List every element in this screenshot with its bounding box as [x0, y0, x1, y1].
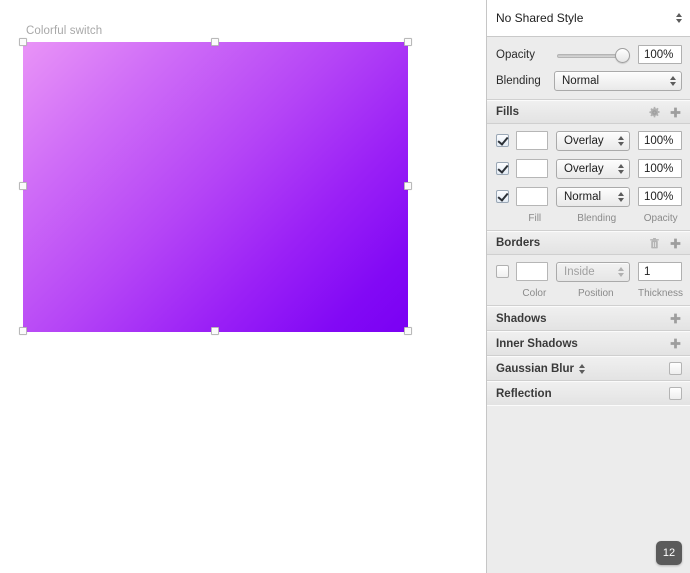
fills-title: Fills	[496, 106, 520, 118]
shadows-title: Shadows	[496, 312, 547, 325]
gaussian-blur-checkbox[interactable]	[669, 362, 682, 375]
fill-row: Overlay 100%	[496, 157, 682, 180]
stepper-icon[interactable]	[618, 135, 624, 146]
inspector-panel: No Shared Style Opacity 100% Blending No…	[486, 0, 690, 573]
stepper-icon[interactable]	[618, 191, 624, 202]
opacity-row: Opacity 100%	[496, 43, 682, 66]
blending-label: Blending	[496, 74, 541, 87]
opacity-input[interactable]: 100%	[638, 45, 682, 64]
gaussian-blur-section-header[interactable]: Gaussian Blur	[487, 356, 690, 381]
fills-column-blending: Blending	[577, 212, 617, 224]
border-enabled-checkbox[interactable]	[496, 265, 509, 278]
fill-blending-value: Overlay	[564, 134, 604, 147]
fill-enabled-checkbox[interactable]	[496, 190, 509, 203]
borders-title: Borders	[496, 237, 541, 249]
border-color-swatch[interactable]	[516, 262, 548, 281]
fill-opacity-input[interactable]: 100%	[638, 187, 682, 206]
blending-row: Blending Normal	[496, 69, 682, 92]
borders-column-position: Position	[577, 287, 614, 299]
shadows-section-header[interactable]: Shadows	[487, 306, 690, 331]
stepper-icon[interactable]	[676, 13, 682, 23]
borders-section-header: Borders	[487, 231, 690, 255]
fills-column-labels: Fill Blending Opacity	[496, 211, 682, 228]
app-window: Colorful switch No Shared Style Opacity	[0, 0, 690, 573]
opacity-slider-knob[interactable]	[615, 47, 630, 63]
fills-section-header: Fills	[487, 100, 690, 124]
selection-handle-bottom-left[interactable]	[19, 327, 27, 335]
gaussian-blur-title: Gaussian Blur	[496, 362, 574, 375]
border-position-select[interactable]: Inside	[556, 261, 630, 282]
stepper-icon[interactable]	[670, 75, 676, 86]
trash-icon[interactable]	[648, 237, 661, 250]
plus-icon[interactable]	[669, 312, 682, 325]
selection-handle-bottom-right[interactable]	[404, 327, 412, 335]
fills-column-fill: Fill	[528, 212, 542, 224]
fill-blending-value: Overlay	[564, 162, 604, 175]
fill-blending-value: Normal	[564, 190, 602, 203]
fill-enabled-checkbox[interactable]	[496, 134, 509, 147]
selection-handle-top-right[interactable]	[404, 38, 412, 46]
shared-style-value: No Shared Style	[496, 11, 584, 25]
stepper-icon[interactable]	[618, 266, 624, 277]
borders-list: Inside 1 Color Position Thickness	[487, 255, 690, 306]
plus-icon[interactable]	[669, 337, 682, 350]
selection-handle-top-center[interactable]	[211, 38, 219, 46]
gear-icon[interactable]	[648, 106, 661, 119]
appearance-attributes: Opacity 100% Blending Normal	[487, 37, 690, 100]
inner-shadows-section-header[interactable]: Inner Shadows	[487, 331, 690, 356]
borders-column-color: Color	[522, 287, 547, 299]
inner-shadows-title: Inner Shadows	[496, 337, 578, 350]
border-position-value: Inside	[564, 265, 595, 278]
border-thickness-input[interactable]: 1	[638, 262, 682, 281]
fill-color-swatch[interactable]	[516, 187, 548, 206]
opacity-label: Opacity	[496, 48, 535, 61]
fill-color-swatch[interactable]	[516, 159, 548, 178]
selection-handle-top-left[interactable]	[19, 38, 27, 46]
fill-enabled-checkbox[interactable]	[496, 162, 509, 175]
selection-handle-bottom-center[interactable]	[211, 327, 219, 335]
artboard-label[interactable]: Colorful switch	[26, 25, 102, 37]
gaussian-blur-title-group: Gaussian Blur	[496, 363, 669, 375]
fill-blending-select[interactable]: Normal	[556, 186, 630, 207]
fill-blending-select[interactable]: Overlay	[556, 158, 630, 179]
selection-handle-middle-right[interactable]	[404, 182, 412, 190]
zoom-level-badge[interactable]: 12	[656, 541, 682, 565]
reflection-checkbox[interactable]	[669, 387, 682, 400]
borders-column-labels: Color Position Thickness	[496, 286, 684, 303]
fill-row: Normal 100%	[496, 185, 682, 208]
reflection-section-header[interactable]: Reflection	[487, 381, 690, 406]
fill-blending-select[interactable]: Overlay	[556, 130, 630, 151]
blending-select-value: Normal	[562, 74, 600, 87]
plus-icon[interactable]	[669, 106, 682, 119]
fills-list: Overlay 100% Overlay 100% Normal 100% Fi…	[487, 124, 690, 231]
border-row: Inside 1	[496, 260, 682, 283]
selection-handle-middle-left[interactable]	[19, 182, 27, 190]
stepper-icon[interactable]	[578, 363, 585, 374]
fill-color-swatch[interactable]	[516, 131, 548, 150]
fill-opacity-input[interactable]: 100%	[638, 131, 682, 150]
reflection-title: Reflection	[496, 387, 552, 400]
plus-icon[interactable]	[669, 237, 682, 250]
selected-shape-gradient-rectangle[interactable]	[23, 42, 408, 332]
blending-select[interactable]: Normal	[554, 70, 682, 91]
fill-opacity-input[interactable]: 100%	[638, 159, 682, 178]
opacity-slider[interactable]	[554, 45, 630, 65]
stepper-icon[interactable]	[618, 163, 624, 174]
borders-column-thickness: Thickness	[638, 287, 684, 299]
fills-column-opacity: Opacity	[643, 212, 678, 224]
shared-style-selector[interactable]: No Shared Style	[487, 0, 690, 37]
design-canvas[interactable]: Colorful switch	[0, 0, 486, 573]
fill-row: Overlay 100%	[496, 129, 682, 152]
